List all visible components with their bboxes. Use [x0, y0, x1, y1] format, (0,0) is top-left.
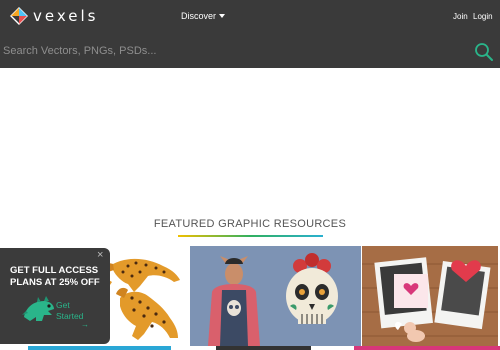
- sugar-skull-shape: [286, 253, 338, 324]
- person-shape: [208, 256, 260, 346]
- resource-card-valentines[interactable]: [362, 246, 498, 346]
- get-started-link[interactable]: Get Started: [56, 300, 96, 322]
- vexels-logo[interactable]: vexels: [10, 7, 98, 25]
- valentines-card-shape: [394, 274, 428, 308]
- top-navbar: vexels Discover Join Login: [0, 0, 500, 34]
- discover-menu[interactable]: Discover: [181, 11, 226, 21]
- close-icon[interactable]: ×: [97, 250, 103, 261]
- leopard-upper-shape: [102, 258, 180, 292]
- logo-mark-icon: [10, 7, 28, 25]
- search-input[interactable]: [3, 40, 463, 62]
- cupid-shape: [395, 321, 425, 342]
- card-accent-strip: [28, 346, 171, 350]
- search-icon[interactable]: [474, 42, 494, 62]
- card-accent-strip: [216, 346, 311, 350]
- skull-tshirt-mockup: [208, 253, 338, 346]
- promo-headline: GET FULL ACCESS PLANS AT 25% OFF: [10, 265, 100, 288]
- arrow-right-icon: →: [81, 320, 89, 329]
- featured-section-title: FEATURED GRAPHIC RESOURCES: [153, 218, 347, 230]
- dinosaur-mascot-icon: [22, 296, 54, 321]
- logo-text: vexels: [33, 7, 99, 25]
- join-link[interactable]: Join: [453, 12, 468, 21]
- resource-card-skull-tshirt[interactable]: [190, 246, 361, 346]
- discover-label: Discover: [181, 11, 217, 21]
- card-accent-strip: [354, 346, 500, 350]
- caret-down-icon: [219, 14, 226, 18]
- login-link[interactable]: Login: [473, 12, 493, 21]
- featured-title-underline: [178, 235, 323, 237]
- valentines-day-polaroid: [362, 257, 498, 342]
- leopard-lower-shape: [116, 287, 178, 340]
- search-bar: [0, 34, 500, 68]
